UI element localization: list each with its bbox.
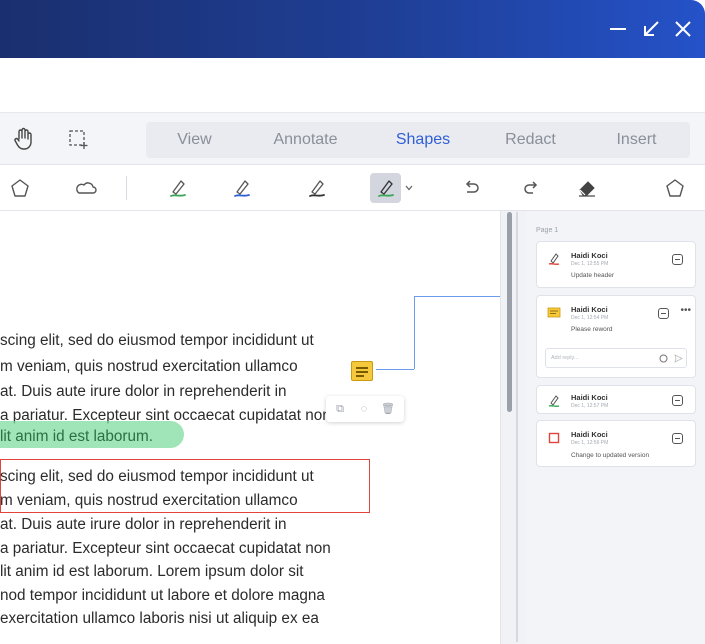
eraser-icon[interactable] [574,175,600,201]
doc-text-line: m veniam, quis nostrud exercitation ulla… [0,358,298,375]
trash-icon[interactable]: 🗑 [381,402,395,416]
scrollbar-line [516,212,518,642]
collapse-icon[interactable] [672,395,683,406]
chevron-down-icon[interactable] [402,181,416,195]
doc-text-line: at. Duis aute irure dolor in reprehender… [0,383,287,400]
comment-date: Dec 1, 12:56 PM [571,440,609,446]
scrollbar-track[interactable] [500,211,526,644]
comment-message: Please reword [571,326,613,333]
comments-panel: Page 1 Haidi Koci Dec 1, 12:55 PM Update… [526,211,705,644]
comment-connector [376,369,414,370]
doc-text-line: at. Duis aute irure dolor in reprehender… [0,516,287,533]
pen-dropdown-icon[interactable] [370,173,401,203]
comment-card-active[interactable]: Haidi Koci Dec 1, 12:54 PM Please reword… [536,295,696,378]
copy-icon[interactable]: ⧉ [333,402,347,416]
send-icon[interactable] [673,353,683,363]
mode-tabs: View Annotate Shapes Redact Insert [146,122,690,158]
rectangle-red-icon [547,431,561,445]
doc-text-line: scing elit, sed do eiusmod tempor incidi… [0,468,314,485]
annotation-mini-toolbar: ⧉ ◌ 🗑 [326,396,404,422]
tab-shapes[interactable]: Shapes [368,122,478,158]
comment-connector [414,296,415,369]
doc-text-line: m veniam, quis nostrud exercitation ulla… [0,492,298,509]
note-icon [547,306,561,320]
marquee-select-icon[interactable] [63,124,93,154]
minimize-icon[interactable] [606,17,630,41]
collapse-icon[interactable] [658,308,669,319]
menu-bar [0,58,705,113]
pan-hand-icon[interactable] [8,124,38,154]
pen-green-icon [547,394,561,408]
title-bar [0,0,705,58]
doc-text-line-highlighted: lit anim id est laborum. [0,428,154,445]
comment-card[interactable]: Haidi Koci Dec 1, 12:55 PM Update header [536,241,696,288]
comment-author: Haidi Koci [571,305,608,314]
toolbar-divider [126,176,127,200]
tab-redact[interactable]: Redact [478,122,583,158]
tool-tabs-row: View Annotate Shapes Redact Insert [0,113,705,165]
pen-blue-icon[interactable] [228,174,256,202]
pen-green-icon[interactable] [164,174,192,202]
pen-red-icon [547,252,561,266]
comment-date: Dec 1, 12:57 PM [571,403,609,409]
doc-text-line: nod tempor incididunt ut labore et dolor… [0,587,325,604]
cloud-shape-icon[interactable] [73,175,99,201]
doc-text-line: exercitation ullamco laboris nisi ut ali… [0,610,319,627]
comment-message: Change to updated version [571,452,650,459]
restore-icon[interactable] [639,17,663,41]
page-label: Page 1 [536,227,559,234]
scrollbar-thumb[interactable] [507,212,512,412]
undo-icon[interactable] [458,175,484,201]
tab-annotate[interactable]: Annotate [243,122,368,158]
sticky-note-icon[interactable] [351,361,373,381]
tab-view[interactable]: View [146,122,243,158]
doc-text-line: lit anim id est laborum. Lorem ipsum dol… [0,563,304,580]
doc-text-line: scing elit, sed do eiusmod tempor incidi… [0,332,314,349]
comment-author: Haidi Koci [571,251,608,260]
pentagon-shape-icon[interactable] [7,175,33,201]
comment-message: Update header [571,272,615,279]
more-options-icon[interactable]: ••• [680,305,691,316]
color-palette-icon[interactable]: ◌ [357,402,371,416]
mention-icon[interactable] [658,353,668,363]
comment-card[interactable]: Haidi Koci Dec 1, 12:56 PM Change to upd… [536,420,696,467]
shape-toolbar [0,165,705,211]
redo-icon[interactable] [519,175,545,201]
pen-black-icon[interactable] [303,174,331,202]
polygon-icon[interactable] [662,175,688,201]
comment-card[interactable]: Haidi Koci Dec 1, 12:57 PM [536,385,696,414]
tab-insert[interactable]: Insert [583,122,690,158]
collapse-icon[interactable] [672,254,683,265]
document-page: scing elit, sed do eiusmod tempor incidi… [0,211,500,644]
comment-date: Dec 1, 12:54 PM [571,315,609,321]
comment-author: Haidi Koci [571,430,608,439]
collapse-icon[interactable] [672,433,683,444]
reply-input[interactable]: Add reply... [545,348,687,368]
comment-author: Haidi Koci [571,393,608,402]
comment-date: Dec 1, 12:55 PM [571,261,609,267]
close-icon[interactable] [671,17,695,41]
doc-text-line: a pariatur. Excepteur sint occaecat cupi… [0,540,331,557]
reply-placeholder: Add reply... [551,355,579,361]
